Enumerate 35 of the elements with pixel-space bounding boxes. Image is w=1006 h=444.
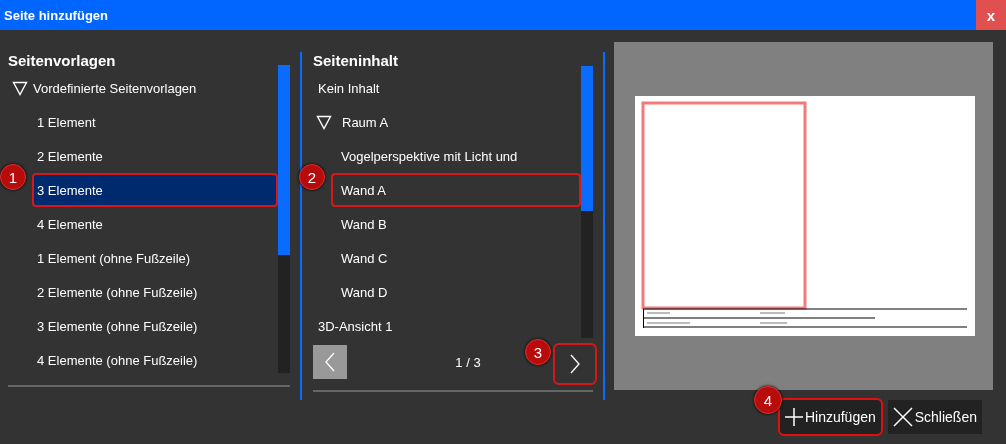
tree-item[interactable]: Vogelperspektive mit Licht und xyxy=(331,139,581,173)
scrollbar-thumb[interactable] xyxy=(278,65,290,255)
close-icon xyxy=(892,407,913,427)
tree-item[interactable]: Wand D xyxy=(331,275,581,309)
callout-marker: 4 xyxy=(753,386,782,414)
panel-heading: Seitenvorlagen xyxy=(8,52,117,69)
chevron-left-icon xyxy=(324,352,336,372)
tree-item[interactable]: 3 Elemente (ohne Fußzeile) xyxy=(32,309,278,343)
tree-item[interactable]: Kein Inhalt xyxy=(313,71,581,105)
expand-triangle-icon[interactable] xyxy=(316,114,332,130)
close-button[interactable]: x xyxy=(976,0,1006,30)
tree-item[interactable]: 4 Elemente xyxy=(32,207,278,241)
callout-marker: 3 xyxy=(525,339,551,365)
tree-item[interactable]: Vordefinierte Seitenvorlagen xyxy=(8,71,278,105)
callout-marker: 2 xyxy=(299,164,325,190)
tree-item[interactable]: Raum A xyxy=(313,105,581,139)
panel-heading: Seiteninhalt xyxy=(313,52,399,69)
plus-icon xyxy=(784,408,803,426)
scrollbar[interactable] xyxy=(581,66,593,338)
tree-item[interactable]: 2 Elemente (ohne Fußzeile) xyxy=(32,275,278,309)
callout-marker: 1 xyxy=(0,164,26,190)
expand-triangle-icon[interactable] xyxy=(12,80,28,96)
tree-item[interactable]: 1 Element xyxy=(32,105,278,139)
window-title: Seite hinzufügen xyxy=(4,7,108,23)
scrollbar[interactable] xyxy=(278,65,290,373)
chevron-right-icon xyxy=(569,354,581,374)
tree-item[interactable]: 4 Elemente (ohne Fußzeile) xyxy=(32,343,278,377)
page-indicator: 1 / 3 xyxy=(455,354,481,370)
tree-item[interactable]: Wand C xyxy=(331,241,581,275)
scrollbar-thumb[interactable] xyxy=(581,66,593,211)
next-page-button[interactable] xyxy=(555,345,595,383)
tree-item[interactable]: Wand B xyxy=(331,207,581,241)
tree-item[interactable]: 1 Element (ohne Fußzeile) xyxy=(32,241,278,275)
close-dialog-button[interactable]: Schließen xyxy=(887,400,982,434)
add-button[interactable]: Hinzufügen xyxy=(779,400,881,434)
